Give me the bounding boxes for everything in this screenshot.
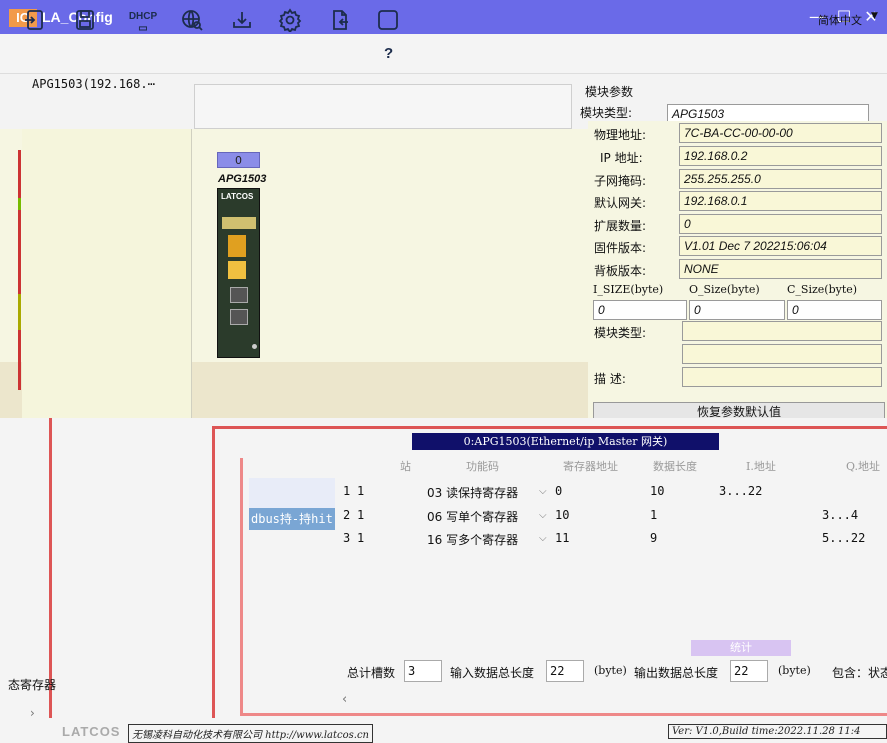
column-register: 寄存器地址: [563, 460, 618, 473]
subnet-field[interactable]: 255.255.255.0: [679, 169, 882, 189]
toolbar: [0, 34, 887, 74]
device-name: APG1503: [218, 173, 267, 185]
chevron-down-icon[interactable]: ⌵: [539, 486, 547, 497]
i-size-field[interactable]: 0: [593, 300, 687, 320]
help-label: ?: [384, 45, 394, 62]
version-info: Ver: V1.0,Build time:2022.11.28 11:4: [668, 724, 887, 739]
settings-icon[interactable]: [275, 5, 305, 35]
row-1-length[interactable]: 10: [650, 484, 664, 498]
tab-placeholder: [249, 478, 335, 508]
backplane-field[interactable]: NONE: [679, 259, 882, 279]
i-size-header: I_SIZE(byte): [593, 283, 664, 296]
row-2-function[interactable]: 06 写单个寄存器: [427, 508, 518, 525]
row-2-no: 2: [343, 508, 351, 522]
download-icon[interactable]: [227, 5, 257, 35]
tab-modbus[interactable]: dbus持‐持hit: [249, 508, 335, 530]
c-size-field[interactable]: 0: [787, 300, 882, 320]
ip-label: IP 地址:: [600, 151, 643, 165]
device-brand: LATCOS: [221, 192, 254, 201]
company-info: 无锡凌科自动化技术有限公司 http://www.latcos.cn: [128, 724, 373, 743]
module-type-field[interactable]: [682, 321, 882, 341]
export-icon[interactable]: [325, 5, 355, 35]
gateway-field[interactable]: 192.168.0.1: [679, 191, 882, 211]
stats-label: 统计: [691, 640, 791, 656]
input-total-field[interactable]: 22: [546, 660, 584, 682]
row-3-q-address: 5...22: [822, 531, 866, 545]
row-1-register[interactable]: 0: [555, 484, 562, 498]
extra-field[interactable]: [682, 344, 882, 364]
o-size-field[interactable]: 0: [689, 300, 785, 320]
column-function: 功能码: [466, 460, 499, 473]
footer-logo: LATCOS: [62, 724, 121, 739]
slot-number[interactable]: 0: [217, 152, 260, 168]
tree-item-device[interactable]: APG1503(192.168.⋯: [32, 77, 155, 91]
column-length: 数据长度: [653, 460, 697, 473]
language-select[interactable]: 简体中文: [818, 12, 862, 28]
firmware-field[interactable]: V1.01 Dec 7 202215:06:04: [679, 236, 882, 256]
total-slots-field[interactable]: 3: [404, 660, 442, 682]
row-2-register[interactable]: 10: [555, 508, 569, 522]
firmware-label: 固件版本:: [594, 241, 647, 255]
upper-panel: [194, 84, 572, 129]
help-icon[interactable]: [373, 5, 403, 35]
device-module[interactable]: [217, 188, 260, 358]
row-1-function[interactable]: 03 读保持寄存器: [427, 484, 518, 501]
dhcp-icon[interactable]: DHCP ▭: [128, 5, 158, 35]
row-2-length[interactable]: 1: [650, 508, 657, 522]
column-i-address: I.地址: [746, 460, 776, 473]
save-icon[interactable]: [70, 5, 100, 35]
ip-field[interactable]: 192.168.0.2: [679, 146, 882, 166]
row-1-no: 1: [343, 484, 351, 498]
module-type-label: 模块类型:: [594, 326, 647, 340]
expansion-field[interactable]: 0: [679, 214, 882, 234]
description-label: 描 述:: [594, 372, 626, 386]
contains-label: 包含：状态: [832, 666, 887, 680]
left-panel: [8, 418, 52, 718]
chevron-down-icon[interactable]: ▼: [871, 11, 878, 21]
row-3-length[interactable]: 9: [650, 531, 657, 545]
mac-label: 物理地址:: [594, 128, 647, 142]
input-total-label: 输入数据总长度: [450, 666, 535, 680]
column-station: 站: [400, 460, 411, 473]
column-q-address: Q.地址: [846, 460, 880, 473]
scroll-right-icon[interactable]: ›: [30, 706, 35, 720]
gateway-group-title: 0:APG1503(Ethernet/ip Master 网关): [412, 433, 719, 450]
description-field[interactable]: [682, 367, 882, 387]
left-panel-text: 态寄存器: [8, 678, 57, 692]
input-unit: (byte): [594, 664, 627, 677]
gateway-label: 默认网关:: [594, 196, 647, 210]
row-3-function[interactable]: 16 写多个寄存器: [427, 531, 518, 548]
params-title: 模块参数: [585, 85, 634, 99]
network-search-icon[interactable]: [177, 5, 207, 35]
subnet-label: 子网掩码:: [594, 174, 647, 188]
status-bar: [18, 150, 21, 390]
row-2-q-address: 3...4: [822, 508, 859, 522]
expansion-label: 扩展数量:: [594, 219, 647, 233]
row-3-no: 3: [343, 531, 351, 545]
total-slots-label: 总计槽数: [347, 666, 396, 680]
scroll-left-icon[interactable]: ‹: [342, 692, 347, 707]
mac-field[interactable]: 7C-BA-CC-00-00-00: [679, 123, 882, 143]
row-3-station[interactable]: 1: [357, 531, 364, 545]
output-total-field[interactable]: 22: [730, 660, 768, 682]
chevron-down-icon[interactable]: ⌵: [539, 510, 547, 521]
output-unit: (byte): [778, 664, 811, 677]
chevron-down-icon[interactable]: ⌵: [539, 533, 547, 544]
row-1-station[interactable]: 1: [357, 484, 364, 498]
output-total-label: 输出数据总长度: [634, 666, 719, 680]
type-label: 模块类型:: [580, 106, 633, 120]
dhcp-label: DHCP: [128, 11, 158, 22]
slot-column: [22, 129, 192, 419]
backplane-label: 背板版本:: [594, 264, 647, 278]
row-2-station[interactable]: 1: [357, 508, 364, 522]
import-icon[interactable]: [20, 5, 50, 35]
row-3-register[interactable]: 11: [555, 531, 569, 545]
row-1-i-address: 3...22: [719, 484, 763, 498]
c-size-header: C_Size(byte): [787, 283, 858, 296]
o-size-header: O_Size(byte): [689, 283, 760, 296]
